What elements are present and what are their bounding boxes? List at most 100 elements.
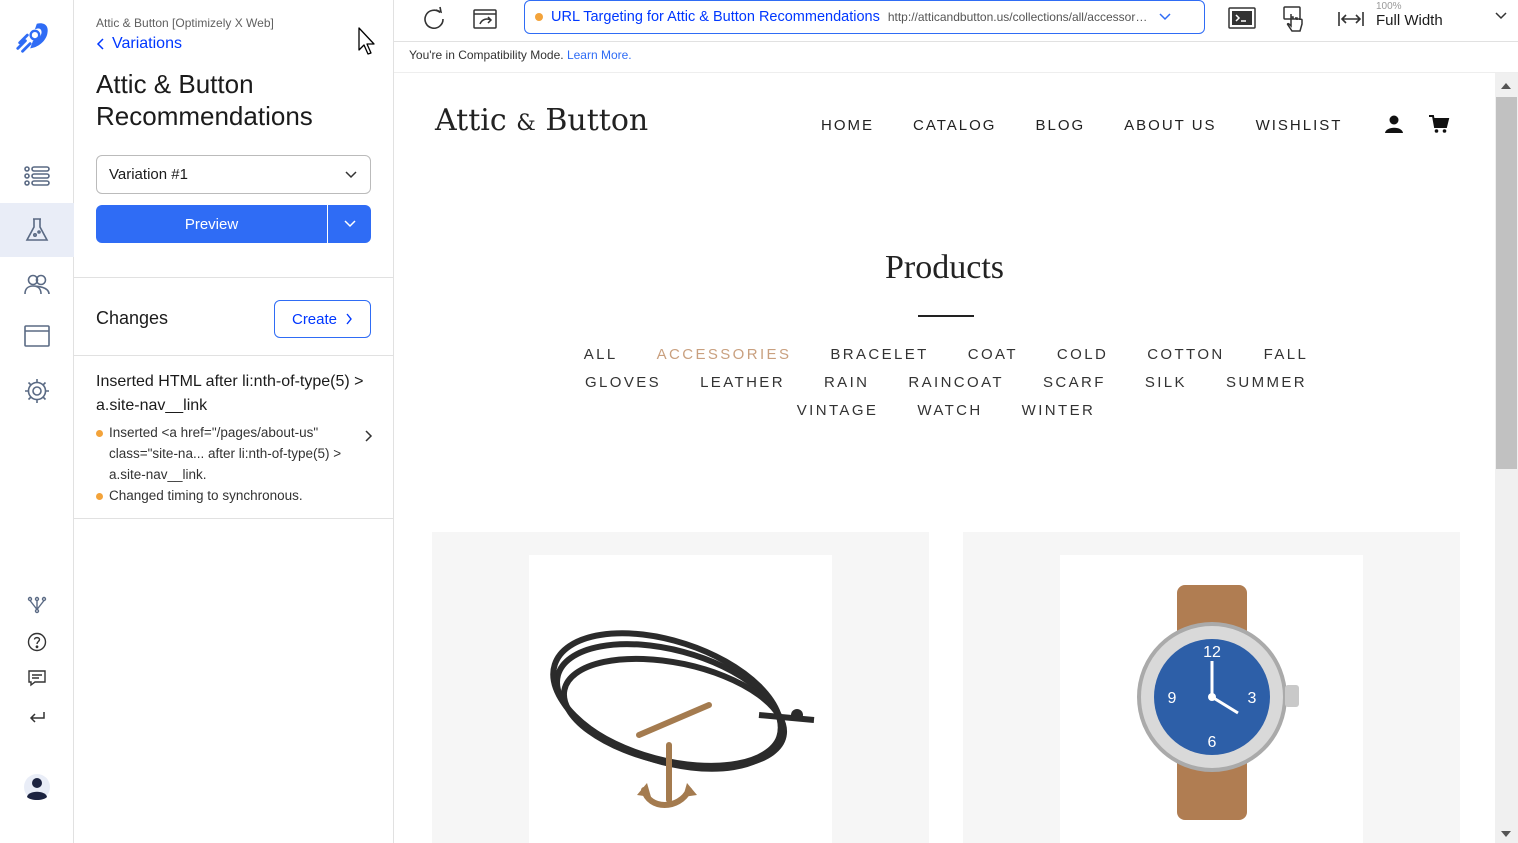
tag-vintage[interactable]: VINTAGE <box>797 401 879 421</box>
chevron-right-icon <box>346 313 352 325</box>
code-editor-icon[interactable] <box>1227 4 1257 34</box>
rail-item-variations[interactable] <box>0 203 74 257</box>
nav-wishlist[interactable]: WISHLIST <box>1256 117 1343 134</box>
compat-text: You're in Compatibility Mode. <box>409 48 564 62</box>
chevron-down-icon <box>345 170 357 178</box>
zoom-selector[interactable]: 100% Full Width <box>1376 1 1443 30</box>
page-url: http://atticandbutton.us/collections/all… <box>887 10 1150 24</box>
flask-icon <box>25 218 49 241</box>
site-nav: HOME CATALOG BLOG ABOUT US WISHLIST <box>821 117 1342 134</box>
change-detail: Changed timing to synchronous. <box>96 485 366 506</box>
learn-more-link[interactable]: Learn More. <box>567 48 632 62</box>
tag-rain[interactable]: RAIN <box>824 373 869 393</box>
chevron-right-icon[interactable] <box>363 429 373 443</box>
rail-item-settings[interactable] <box>0 364 74 418</box>
preview-scrollbar[interactable] <box>1495 73 1518 843</box>
network-icon <box>27 596 47 614</box>
heading-rule <box>918 315 974 317</box>
preview-button[interactable]: Preview <box>96 205 327 243</box>
tag-leather[interactable]: LEATHER <box>700 373 785 393</box>
rail-item-exit[interactable] <box>0 689 74 743</box>
rail-item-pages[interactable] <box>0 309 74 363</box>
divider <box>74 277 393 278</box>
list-icon <box>24 166 50 186</box>
tag-gloves[interactable]: GLOVES <box>585 373 661 393</box>
exit-icon <box>29 712 45 723</box>
nav-about-us[interactable]: ABOUT US <box>1124 117 1216 134</box>
svg-text:9: 9 <box>1168 690 1177 707</box>
scroll-down-arrow-icon[interactable] <box>1501 831 1511 837</box>
watch-image-icon: 12 3 6 9 <box>1137 585 1299 820</box>
page-title: Attic & Button Recommendations <box>96 69 313 131</box>
nav-blog[interactable]: BLOG <box>1035 117 1085 134</box>
tag-accessories[interactable]: ACCESSORIES <box>657 345 792 365</box>
product-card[interactable]: 12 3 6 9 <box>963 532 1460 843</box>
user-avatar-icon <box>24 774 50 800</box>
preview-dropdown-button[interactable] <box>327 205 371 243</box>
chevron-down-icon[interactable] <box>1494 11 1508 21</box>
scrollbar-thumb[interactable] <box>1496 97 1517 469</box>
site-preview: Attic & Button HOME CATALOG BLOG ABOUT U… <box>394 73 1495 843</box>
breadcrumb[interactable]: Attic & Button [Optimizely X Web] <box>96 16 274 30</box>
changes-heading: Changes <box>96 308 169 328</box>
width-resize-icon[interactable] <box>1336 4 1366 34</box>
left-rail <box>0 0 74 843</box>
product-card[interactable] <box>432 532 929 843</box>
browse-mode-icon[interactable] <box>471 4 501 34</box>
tag-cotton[interactable]: COTTON <box>1147 345 1224 365</box>
chevron-down-icon <box>1159 13 1171 21</box>
create-label: Create <box>291 310 338 328</box>
tag-bracelet[interactable]: BRACELET <box>830 345 928 365</box>
tag-raincoat[interactable]: RAINCOAT <box>908 373 1004 393</box>
create-change-button[interactable]: Create <box>274 300 371 338</box>
preview-button-group: Preview <box>96 205 371 243</box>
tag-summer[interactable]: SUMMER <box>1226 373 1307 393</box>
tag-watch[interactable]: WATCH <box>917 401 982 421</box>
back-to-variations-link[interactable]: Variations <box>96 35 182 53</box>
product-image-bracelet[interactable] <box>529 555 832 843</box>
rail-item-account[interactable] <box>0 760 74 814</box>
scroll-up-arrow-icon[interactable] <box>1501 83 1511 89</box>
window-icon <box>24 325 50 347</box>
tag-fall[interactable]: FALL <box>1264 345 1309 365</box>
interactive-mode-icon[interactable] <box>1280 4 1310 34</box>
svg-text:6: 6 <box>1208 734 1217 751</box>
audiences-icon <box>24 274 50 295</box>
editor-toolbar: URL Targeting for Attic & Button Recomme… <box>394 0 1518 42</box>
zoom-percent: 100% <box>1376 1 1402 12</box>
change-title: Inserted HTML after li:nth-of-type(5) > … <box>96 373 364 414</box>
compatibility-notice: You're in Compatibility Mode. Learn More… <box>394 42 1518 73</box>
zoom-mode: Full Width <box>1376 12 1443 29</box>
change-item[interactable]: Inserted HTML after li:nth-of-type(5) > … <box>96 370 366 506</box>
nav-catalog[interactable]: CATALOG <box>913 117 996 134</box>
tag-all[interactable]: ALL <box>584 345 618 365</box>
rail-item-experiments[interactable] <box>0 149 74 203</box>
page-url-selector[interactable]: URL Targeting for Attic & Button Recomme… <box>524 0 1205 34</box>
refresh-icon[interactable] <box>419 4 449 34</box>
svg-text:3: 3 <box>1248 690 1257 707</box>
status-dot <box>535 13 543 21</box>
optimizely-logo-icon[interactable] <box>14 18 52 56</box>
tag-silk[interactable]: SILK <box>1145 373 1187 393</box>
site-logo[interactable]: Attic & Button <box>435 103 648 138</box>
variation-select-value: Variation #1 <box>109 166 188 183</box>
rail-item-audiences[interactable] <box>0 257 74 311</box>
tag-winter[interactable]: WINTER <box>1022 401 1096 421</box>
chevron-left-icon <box>96 38 104 50</box>
variation-select[interactable]: Variation #1 <box>96 155 371 194</box>
account-icon[interactable] <box>1384 114 1404 134</box>
product-image-watch[interactable]: 12 3 6 9 <box>1060 555 1363 843</box>
divider <box>74 518 393 519</box>
editor-panel: Attic & Button [Optimizely X Web] Variat… <box>74 0 394 843</box>
feedback-icon <box>28 670 46 687</box>
nav-home[interactable]: HOME <box>821 117 874 134</box>
bracelet-image-icon <box>550 630 815 808</box>
logo-ampersand: & <box>516 111 536 136</box>
tag-coat[interactable]: COAT <box>968 345 1018 365</box>
logo-word-2: Button <box>545 103 649 138</box>
products-heading: Products <box>885 249 1004 286</box>
logo-word-1: Attic <box>435 103 507 138</box>
tag-scarf[interactable]: SCARF <box>1043 373 1106 393</box>
cart-icon[interactable] <box>1428 114 1450 134</box>
tag-cold[interactable]: COLD <box>1057 345 1108 365</box>
